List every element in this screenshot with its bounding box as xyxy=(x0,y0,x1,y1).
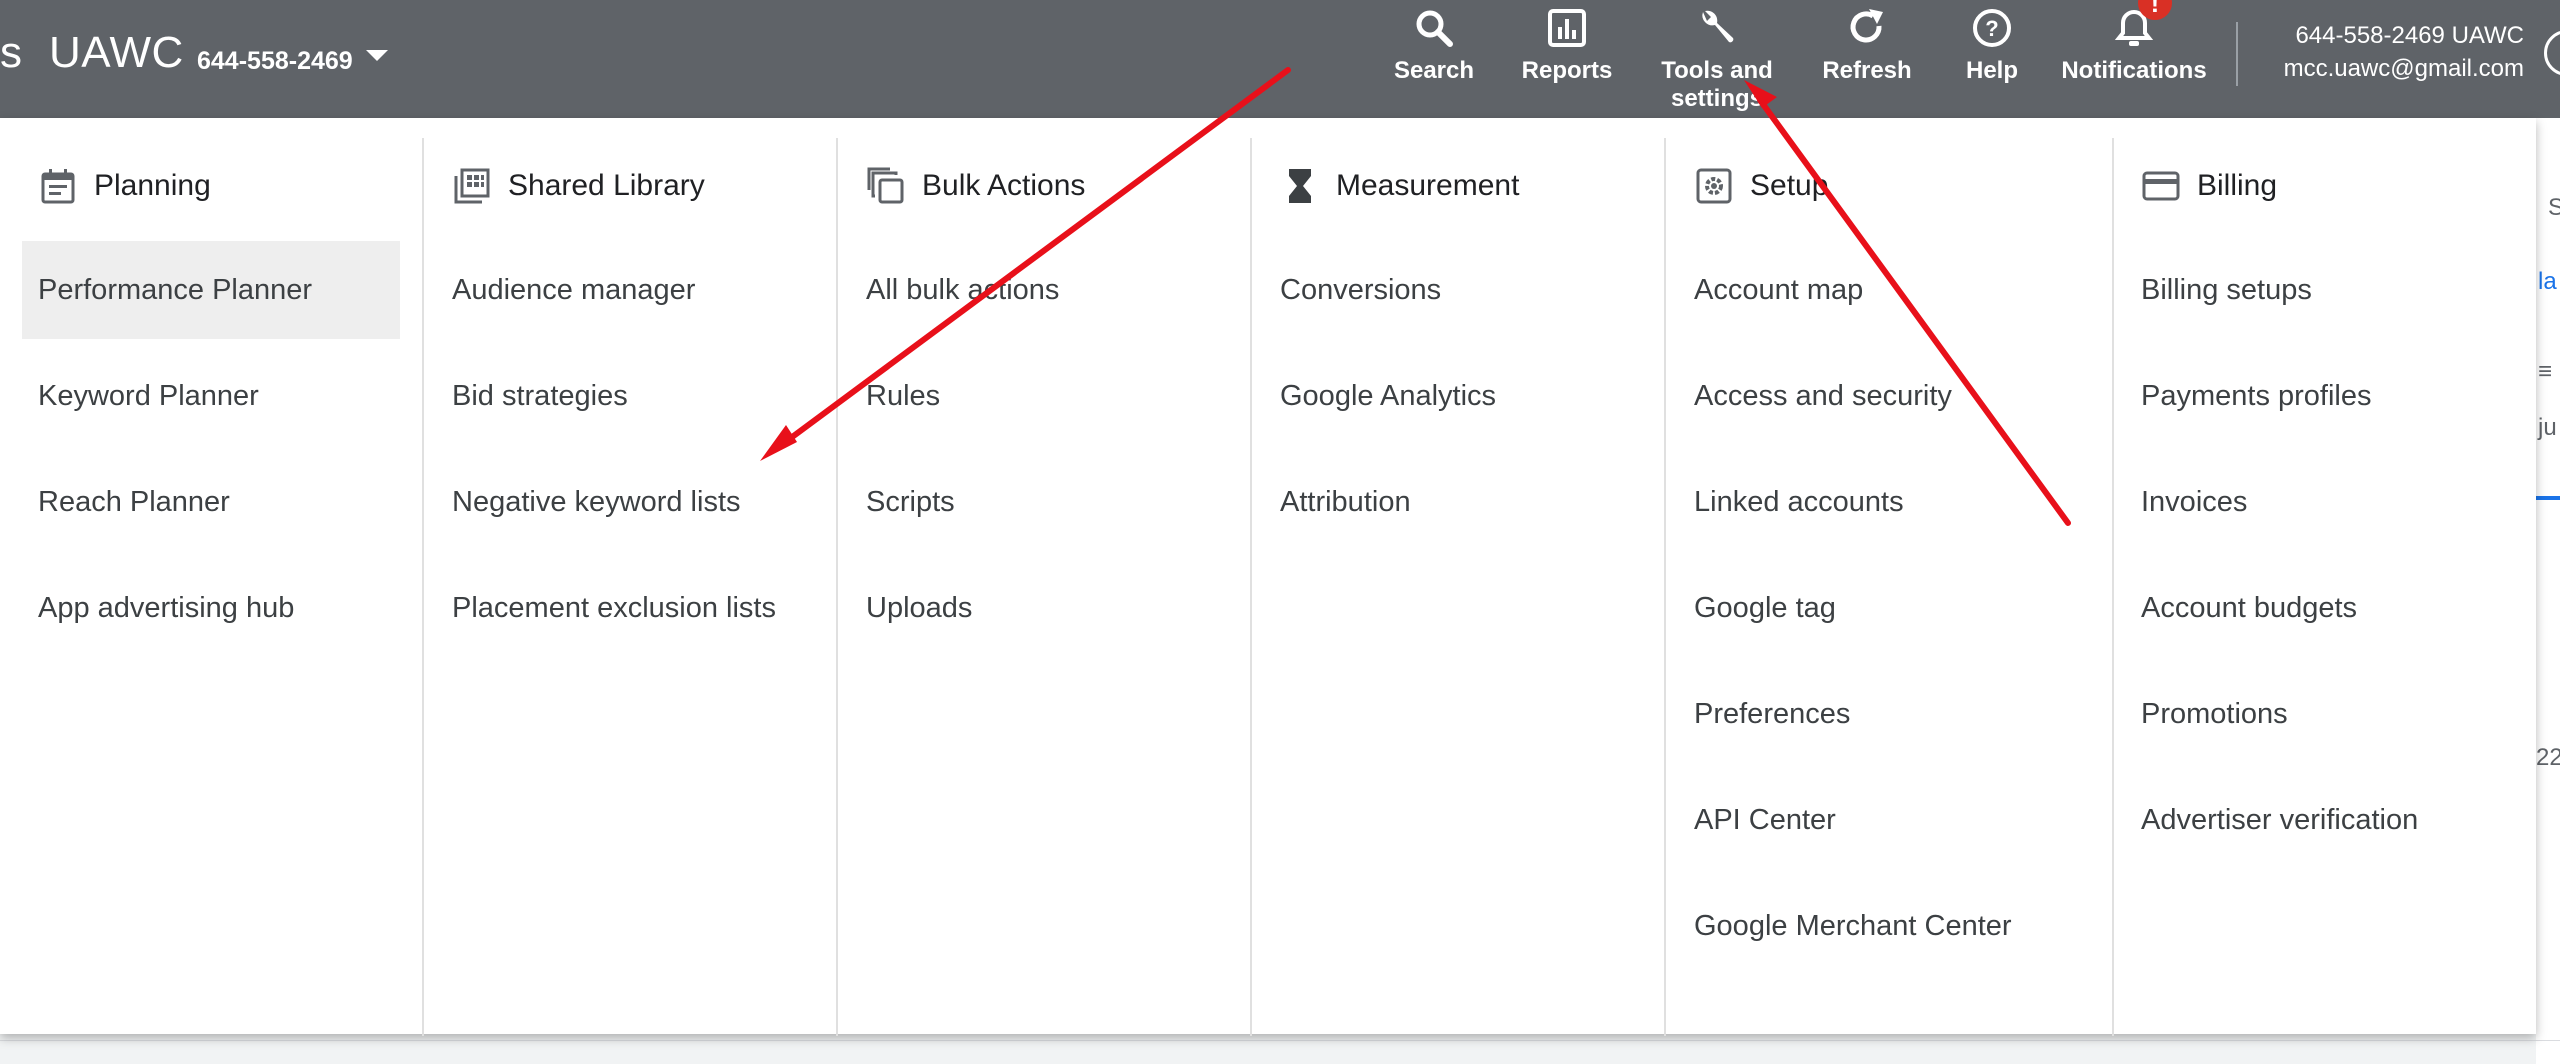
background-fragment: ≡ xyxy=(2538,358,2553,385)
tools-and-settings-button[interactable]: Tools and settings xyxy=(1650,0,1784,118)
menu-item-keyword-planner[interactable]: Keyword Planner xyxy=(22,347,400,445)
column-title: Setup xyxy=(1750,169,1829,202)
menu-column-shared-library: Shared Library Audience manager Bid stra… xyxy=(452,118,824,1018)
help-icon: ? xyxy=(1973,9,2011,47)
menu-item-conversions[interactable]: Conversions xyxy=(1264,241,1642,339)
menu-item-scripts[interactable]: Scripts xyxy=(850,453,1228,551)
brand-fragment: s xyxy=(0,28,22,77)
menu-column-bulk-actions: Bulk Actions All bulk actions Rules Scri… xyxy=(866,118,1238,1018)
column-header: Shared Library xyxy=(452,164,705,208)
reports-button[interactable]: Reports xyxy=(1511,0,1623,118)
column-divider xyxy=(836,138,838,1036)
column-title: Bulk Actions xyxy=(922,169,1086,202)
account-divider xyxy=(2236,22,2238,86)
account-email[interactable]: mcc.uawc@gmail.com xyxy=(2284,55,2524,83)
search-button[interactable]: Search xyxy=(1382,0,1486,118)
menu-item-uploads[interactable]: Uploads xyxy=(850,559,1228,657)
column-header: Bulk Actions xyxy=(866,164,1085,208)
menu-item-access-and-security[interactable]: Access and security xyxy=(1678,347,2084,445)
menu-item-bid-strategies[interactable]: Bid strategies xyxy=(436,347,814,445)
notifications-button[interactable]: ! Notifications xyxy=(2058,0,2210,118)
menu-item-account-budgets[interactable]: Account budgets xyxy=(2125,559,2511,657)
account-brand-name[interactable]: UAWC xyxy=(49,28,184,78)
menu-item-billing-setups[interactable]: Billing setups xyxy=(2125,241,2511,339)
menu-item-reach-planner[interactable]: Reach Planner xyxy=(22,453,400,551)
reports-icon xyxy=(1548,9,1586,47)
tools-settings-menu: Planning Performance Planner Keyword Pla… xyxy=(0,118,2536,1036)
background-fragment: la xyxy=(2538,268,2557,295)
background-fragment: ju xyxy=(2538,414,2557,441)
menu-item-preferences[interactable]: Preferences xyxy=(1678,665,2084,763)
settings-gear-icon xyxy=(1696,168,1732,204)
menu-column-billing: Billing Billing setups Payments profiles… xyxy=(2141,118,2521,1018)
column-divider xyxy=(422,138,424,1036)
column-divider xyxy=(1664,138,1666,1036)
menu-column-setup: Setup Account map Access and security Li… xyxy=(1694,118,2094,1018)
menu-item-google-merchant-center[interactable]: Google Merchant Center xyxy=(1678,877,2084,975)
column-title: Billing xyxy=(2197,169,2278,202)
background-fragment: S xyxy=(2548,194,2560,221)
background-tab-indicator xyxy=(2536,496,2560,500)
refresh-label: Refresh xyxy=(1822,57,1912,84)
search-label: Search xyxy=(1393,57,1475,84)
menu-item-advertiser-verification[interactable]: Advertiser verification xyxy=(2125,771,2511,869)
menu-item-promotions[interactable]: Promotions xyxy=(2125,665,2511,763)
refresh-button[interactable]: Refresh xyxy=(1815,0,1919,118)
menu-item-placement-exclusion-lists[interactable]: Placement exclusion lists xyxy=(436,559,814,657)
column-divider xyxy=(1250,138,1252,1036)
copy-stack-icon xyxy=(867,167,904,204)
wrench-icon xyxy=(1702,10,1734,43)
credit-card-icon xyxy=(2142,171,2180,201)
menu-column-measurement: Measurement Conversions Google Analytics… xyxy=(1280,118,1652,1018)
avatar[interactable] xyxy=(2544,30,2560,76)
menu-item-rules[interactable]: Rules xyxy=(850,347,1228,445)
column-header: Measurement xyxy=(1280,164,1519,208)
menu-item-google-analytics[interactable]: Google Analytics xyxy=(1264,347,1642,445)
menu-item-negative-keyword-lists[interactable]: Negative keyword lists xyxy=(436,453,814,551)
help-button[interactable]: ? Help xyxy=(1948,0,2036,118)
menu-item-all-bulk-actions[interactable]: All bulk actions xyxy=(850,241,1228,339)
menu-item-audience-manager[interactable]: Audience manager xyxy=(436,241,814,339)
menu-column-planning: Planning Performance Planner Keyword Pla… xyxy=(22,118,410,1018)
top-bar: s UAWC 644-558-2469 Search Reports Tools… xyxy=(0,0,2560,118)
tools-and-settings-label: Tools and settings xyxy=(1661,57,1773,112)
menu-item-linked-accounts[interactable]: Linked accounts xyxy=(1678,453,2084,551)
hourglass-icon xyxy=(1289,169,1311,203)
account-name[interactable]: 644-558-2469 UAWC xyxy=(2295,22,2524,50)
column-divider xyxy=(2112,138,2114,1036)
menu-item-app-advertising-hub[interactable]: App advertising hub xyxy=(22,559,400,657)
column-header: Planning xyxy=(38,164,211,208)
menu-item-payments-profiles[interactable]: Payments profiles xyxy=(2125,347,2511,445)
account-id[interactable]: 644-558-2469 xyxy=(197,47,353,76)
background-grid-line xyxy=(0,1040,2560,1041)
search-icon xyxy=(1416,10,1453,47)
menu-item-attribution[interactable]: Attribution xyxy=(1264,453,1642,551)
background-fragment: 22 xyxy=(2536,744,2560,771)
calendar-icon xyxy=(41,169,75,204)
reports-label: Reports xyxy=(1521,57,1613,84)
background-page: S la ≡ ju 22 xyxy=(2536,118,2560,1064)
refresh-icon xyxy=(1850,9,1883,43)
menu-item-performance-planner[interactable]: Performance Planner xyxy=(22,241,400,339)
column-title: Planning xyxy=(94,169,211,202)
menu-item-invoices[interactable]: Invoices xyxy=(2125,453,2511,551)
menu-item-api-center[interactable]: API Center xyxy=(1678,771,2084,869)
account-dropdown-icon[interactable] xyxy=(366,50,388,61)
notifications-label: Notifications xyxy=(2061,57,2207,84)
svg-text:?: ? xyxy=(1985,16,1998,41)
library-grid-icon xyxy=(454,168,490,204)
menu-item-account-map[interactable]: Account map xyxy=(1678,241,2084,339)
column-header: Billing xyxy=(2141,164,2277,208)
column-title: Measurement xyxy=(1336,169,1520,202)
help-label: Help xyxy=(1965,57,2018,84)
column-title: Shared Library xyxy=(508,169,705,202)
menu-item-google-tag[interactable]: Google tag xyxy=(1678,559,2084,657)
column-header: Setup xyxy=(1694,164,1828,208)
